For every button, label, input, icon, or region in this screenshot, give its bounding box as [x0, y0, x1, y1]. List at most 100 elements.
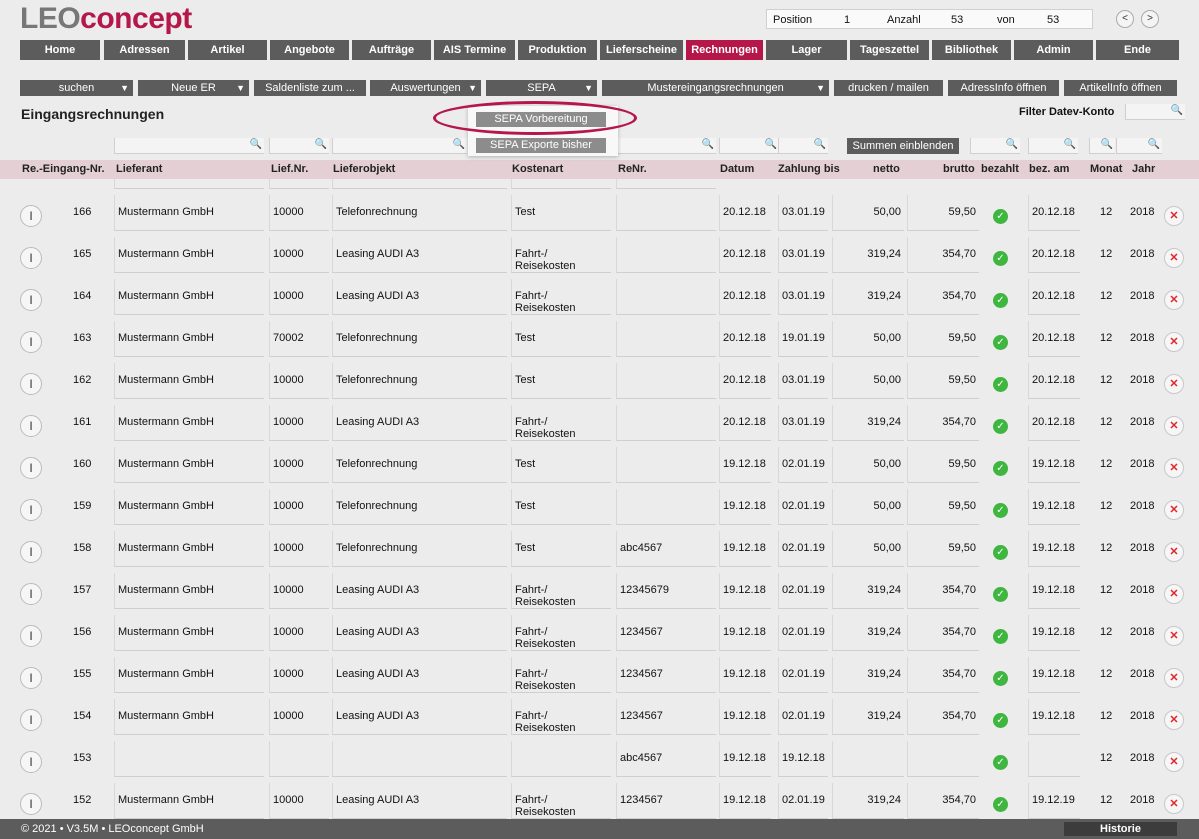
tab-aufträge[interactable]: Aufträge	[352, 40, 431, 60]
info-button[interactable]: I	[20, 625, 42, 647]
cell-lieferobjekt[interactable]: Leasing AUDI A3	[332, 573, 507, 609]
column-header-jahr[interactable]: Jahr	[1132, 163, 1155, 175]
cell-renr[interactable]	[616, 195, 716, 231]
cell-zahlung[interactable]: 03.01.19	[778, 237, 828, 273]
cell-renr[interactable]: abc4567	[616, 741, 716, 777]
info-button[interactable]: I	[20, 793, 42, 815]
cell-zahlung[interactable]: 03.01.19	[778, 279, 828, 315]
cell-lieferobjekt[interactable]: Telefonrechnung	[332, 195, 507, 231]
cell-zahlung[interactable]: 02.01.19	[778, 699, 828, 735]
search-icon[interactable]: 🔍	[1148, 139, 1160, 150]
info-button[interactable]: I	[20, 205, 42, 227]
cell-zahlung[interactable]: 03.01.19	[778, 405, 828, 441]
sepa-exporte-bisher-item[interactable]: SEPA Exporte bisher	[476, 138, 606, 153]
column-search-field[interactable]: 🔍	[970, 138, 1020, 154]
cell-liefnr[interactable]: 70002	[269, 321, 329, 357]
table-row[interactable]: I 156 Mustermann GmbH 10000 Leasing AUDI A3 F…	[0, 615, 1199, 657]
cell-bezam[interactable]: 20.12.18	[1028, 363, 1080, 399]
cell-renr[interactable]: 1234567	[616, 657, 716, 693]
cell-bezam[interactable]: 19.12.18	[1028, 489, 1080, 525]
cell-bezam[interactable]: 19.12.18	[1028, 531, 1080, 567]
toolbar-adressinfo-öffnen-button[interactable]: AdressInfo öffnen	[948, 80, 1059, 96]
cell-lieferobjekt[interactable]: Telefonrechnung	[332, 489, 507, 525]
delete-button[interactable]: ✕	[1164, 500, 1184, 520]
cell-netto[interactable]: 50,00	[832, 489, 904, 525]
cell-renr[interactable]	[616, 363, 716, 399]
column-header-bezahlt[interactable]: bezahlt	[981, 163, 1019, 175]
cell-lieferant[interactable]: Mustermann GmbH	[114, 699, 264, 735]
column-header-brutto[interactable]: brutto	[943, 163, 975, 175]
cell-renr[interactable]	[616, 405, 716, 441]
cell-bezam[interactable]: 19.12.18	[1028, 615, 1080, 651]
tab-produktion[interactable]: Produktion	[518, 40, 597, 60]
cell-lieferant[interactable]: Mustermann GmbH	[114, 615, 264, 651]
column-search-field[interactable]: 🔍	[778, 138, 828, 154]
search-icon[interactable]: 🔍	[765, 139, 777, 150]
tab-lager[interactable]: Lager	[766, 40, 847, 60]
cell-brutto[interactable]: 354,70	[907, 783, 979, 819]
cell-brutto[interactable]: 354,70	[907, 237, 979, 273]
cell-bezam[interactable]: 19.12.18	[1028, 699, 1080, 735]
toolbar-mustereingangsrechnungen-button[interactable]: Mustereingangsrechnungen ▼	[602, 80, 829, 96]
column-header-lieferant[interactable]: Lieferant	[116, 163, 162, 175]
cell-lieferant[interactable]: Mustermann GmbH	[114, 321, 264, 357]
cell-datum[interactable]: 19.12.18	[719, 741, 771, 777]
cell-liefnr[interactable]: 10000	[269, 363, 329, 399]
cell-datum[interactable]: 19.12.18	[719, 657, 771, 693]
cell-liefnr[interactable]: 10000	[269, 657, 329, 693]
table-row-partial[interactable]: Reisekosten	[0, 179, 1199, 195]
column-header-datum[interactable]: Datum	[720, 163, 754, 175]
delete-button[interactable]: ✕	[1164, 626, 1184, 646]
filter-datev-input[interactable]: 🔍	[1125, 104, 1185, 120]
cell-lieferant[interactable]: Mustermann GmbH	[114, 489, 264, 525]
cell-lieferant[interactable]: Mustermann GmbH	[114, 195, 264, 231]
cell-liefnr[interactable]: 10000	[269, 531, 329, 567]
cell-liefnr[interactable]: 10000	[269, 699, 329, 735]
cell-netto[interactable]: 319,24	[832, 573, 904, 609]
table-row[interactable]: I 165 Mustermann GmbH 10000 Leasing AUDI A3 F…	[0, 237, 1199, 279]
cell-lieferant[interactable]: Mustermann GmbH	[114, 237, 264, 273]
cell-netto[interactable]: 319,24	[832, 237, 904, 273]
cell-bezam[interactable]: 19.12.18	[1028, 447, 1080, 483]
info-button[interactable]: I	[20, 457, 42, 479]
column-header-kostenart[interactable]: Kostenart	[512, 163, 563, 175]
cell-lieferant[interactable]: Mustermann GmbH	[114, 783, 264, 819]
cell-datum[interactable]: 19.12.18	[719, 699, 771, 735]
column-header-nr[interactable]: Re.-Eingang-Nr.	[22, 163, 105, 175]
cell-brutto[interactable]: 354,70	[907, 279, 979, 315]
cell-kostenart[interactable]: Test	[511, 489, 611, 525]
cell-liefnr[interactable]: 10000	[269, 279, 329, 315]
cell-empty[interactable]	[114, 179, 264, 189]
cell-zahlung[interactable]: 02.01.19	[778, 447, 828, 483]
cell-zahlung[interactable]: 02.01.19	[778, 531, 828, 567]
info-button[interactable]: I	[20, 415, 42, 437]
cell-kostenart[interactable]: Fahrt-/Reisekosten	[511, 657, 611, 693]
cell-lieferobjekt[interactable]: Telefonrechnung	[332, 321, 507, 357]
cell-renr[interactable]	[616, 447, 716, 483]
cell-datum[interactable]: 20.12.18	[719, 279, 771, 315]
column-search-field[interactable]: 🔍	[616, 138, 716, 154]
column-header-monat[interactable]: Monat	[1090, 163, 1122, 175]
cell-netto[interactable]: 319,24	[832, 279, 904, 315]
toolbar-saldenliste-zum-button[interactable]: Saldenliste zum ...	[254, 80, 366, 96]
info-button[interactable]: I	[20, 331, 42, 353]
search-icon[interactable]: 🔍	[453, 139, 465, 150]
tab-adressen[interactable]: Adressen	[104, 40, 185, 60]
previous-record-button[interactable]: <	[1116, 10, 1134, 28]
cell-datum[interactable]: 19.12.18	[719, 447, 771, 483]
table-row[interactable]: I 152 Mustermann GmbH 10000 Leasing AUDI A3 F…	[0, 783, 1199, 819]
column-header-liefnr[interactable]: Lief.Nr.	[271, 163, 308, 175]
cell-renr[interactable]: abc4567	[616, 531, 716, 567]
cell-lieferobjekt[interactable]: Leasing AUDI A3	[332, 657, 507, 693]
cell-kostenart[interactable]: Test	[511, 447, 611, 483]
cell-datum[interactable]: 19.12.18	[719, 615, 771, 651]
cell-datum[interactable]: 19.12.18	[719, 531, 771, 567]
cell-lieferobjekt[interactable]: Leasing AUDI A3	[332, 615, 507, 651]
tab-tageszettel[interactable]: Tageszettel	[850, 40, 929, 60]
cell-kostenart[interactable]: Test	[511, 531, 611, 567]
cell-lieferant[interactable]	[114, 741, 264, 777]
cell-zahlung[interactable]: 19.12.18	[778, 741, 828, 777]
column-header-zahlung[interactable]: Zahlung bis	[778, 163, 840, 175]
info-button[interactable]: I	[20, 373, 42, 395]
cell-datum[interactable]: 20.12.18	[719, 321, 771, 357]
